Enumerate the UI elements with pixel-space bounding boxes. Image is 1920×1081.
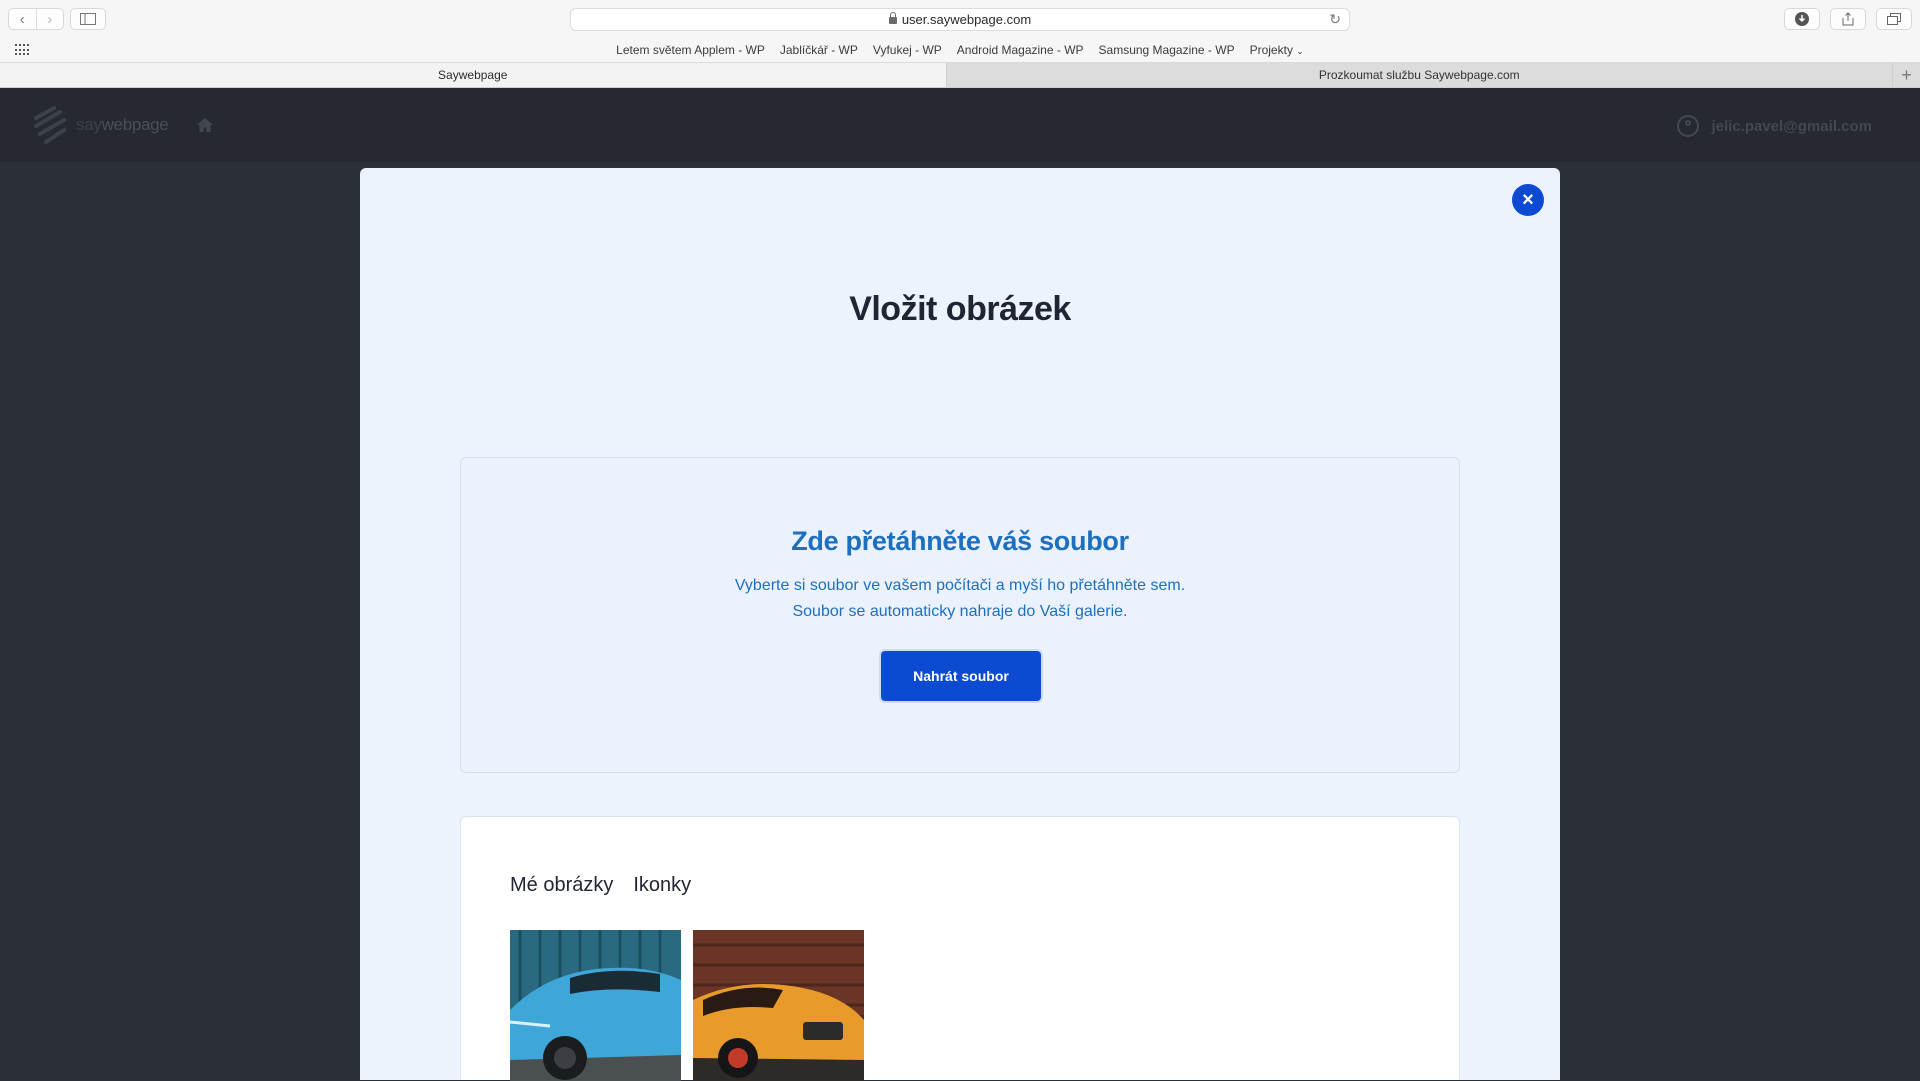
bookmark-folder-projekty[interactable]: Projekty ⌄ xyxy=(1250,43,1304,57)
bookmark-item[interactable]: Letem světem Applem - WP xyxy=(616,43,765,57)
chevron-down-icon: ⌄ xyxy=(1296,46,1304,56)
saywebpage-logo[interactable]: saywebpage xyxy=(30,104,169,146)
gallery-image-blue-car[interactable] xyxy=(510,930,681,1081)
gallery-image-orange-car[interactable] xyxy=(693,930,864,1081)
logo-text-suffix: webpage xyxy=(101,115,169,134)
gallery-tabs: Mé obrázky Ikonky xyxy=(510,874,691,897)
back-icon[interactable]: ‹ xyxy=(9,9,36,29)
tab-prozkoumat[interactable]: Prozkoumat službu Saywebpage.com xyxy=(946,63,1892,87)
insert-image-modal: × Vložit obrázek Zde přetáhněte váš soub… xyxy=(360,168,1560,1081)
image-gallery: Mé obrázky Ikonky xyxy=(460,816,1460,1081)
bookmark-folder-label: Projekty xyxy=(1249,43,1293,57)
close-icon[interactable]: × xyxy=(1512,184,1544,216)
user-email: jelic.pavel@gmail.com xyxy=(1711,117,1872,135)
address-bar[interactable]: user.saywebpage.com ↻ xyxy=(570,8,1350,31)
download-icon[interactable] xyxy=(1784,8,1820,30)
thumbnail-grid xyxy=(510,930,864,1081)
modal-title: Vložit obrázek xyxy=(849,290,1071,328)
forward-icon[interactable]: › xyxy=(35,9,64,29)
file-dropzone[interactable]: Zde přetáhněte váš soubor Vyberte si sou… xyxy=(460,457,1460,773)
tab-label: Prozkoumat službu Saywebpage.com xyxy=(1318,68,1520,82)
dropzone-instructions: Vyberte si soubor ve vašem počítači a my… xyxy=(734,577,1186,594)
bookmark-item[interactable]: Jablíčkář - WP xyxy=(780,43,858,57)
logo-text-prefix: say xyxy=(76,115,102,134)
bookmark-item[interactable]: Samsung Magazine - WP xyxy=(1099,43,1235,57)
logo-text: saywebpage xyxy=(76,115,169,135)
bookmark-item[interactable]: Android Magazine - WP xyxy=(957,43,1084,57)
sidebar-toggle-icon[interactable] xyxy=(70,8,106,30)
blue-car-image xyxy=(510,930,681,1081)
home-icon[interactable] xyxy=(196,116,214,134)
url-text: user.saywebpage.com xyxy=(901,12,1032,27)
share-icon[interactable] xyxy=(1830,8,1866,30)
user-avatar-icon xyxy=(1677,115,1700,137)
tabs-overview-icon[interactable] xyxy=(1876,8,1912,30)
orange-car-image xyxy=(693,930,864,1081)
browser-tabs: Saywebpage Prozkoumat službu Saywebpage.… xyxy=(0,63,1920,88)
logo-icon xyxy=(34,106,66,144)
new-tab-icon[interactable]: + xyxy=(1892,63,1920,87)
tab-my-images[interactable]: Mé obrázky xyxy=(510,874,613,897)
upload-file-button[interactable]: Nahrát soubor xyxy=(879,649,1043,703)
reload-icon[interactable]: ↻ xyxy=(1329,11,1341,28)
user-menu[interactable]: jelic.pavel@gmail.com xyxy=(1677,115,1872,137)
dropzone-title: Zde přetáhněte váš soubor xyxy=(791,526,1129,556)
tab-label: Saywebpage xyxy=(438,68,508,82)
app-header: saywebpage jelic.pavel@gmail.com xyxy=(0,88,1920,162)
tab-saywebpage[interactable]: Saywebpage xyxy=(0,63,947,87)
nav-buttons: ‹ › xyxy=(8,8,64,30)
lock-icon xyxy=(888,12,897,24)
tab-icons[interactable]: Ikonky xyxy=(633,874,691,897)
bookmark-item[interactable]: Vyfukej - WP xyxy=(873,43,942,57)
browser-toolbar: ‹ › user.saywebpage.com ↻ xyxy=(0,0,1920,38)
dropzone-note: Soubor se automaticky nahraje do Vaší ga… xyxy=(792,603,1128,620)
bookmarks-bar: Letem světem Applem - WP Jablíčkář - WP … xyxy=(0,38,1920,63)
